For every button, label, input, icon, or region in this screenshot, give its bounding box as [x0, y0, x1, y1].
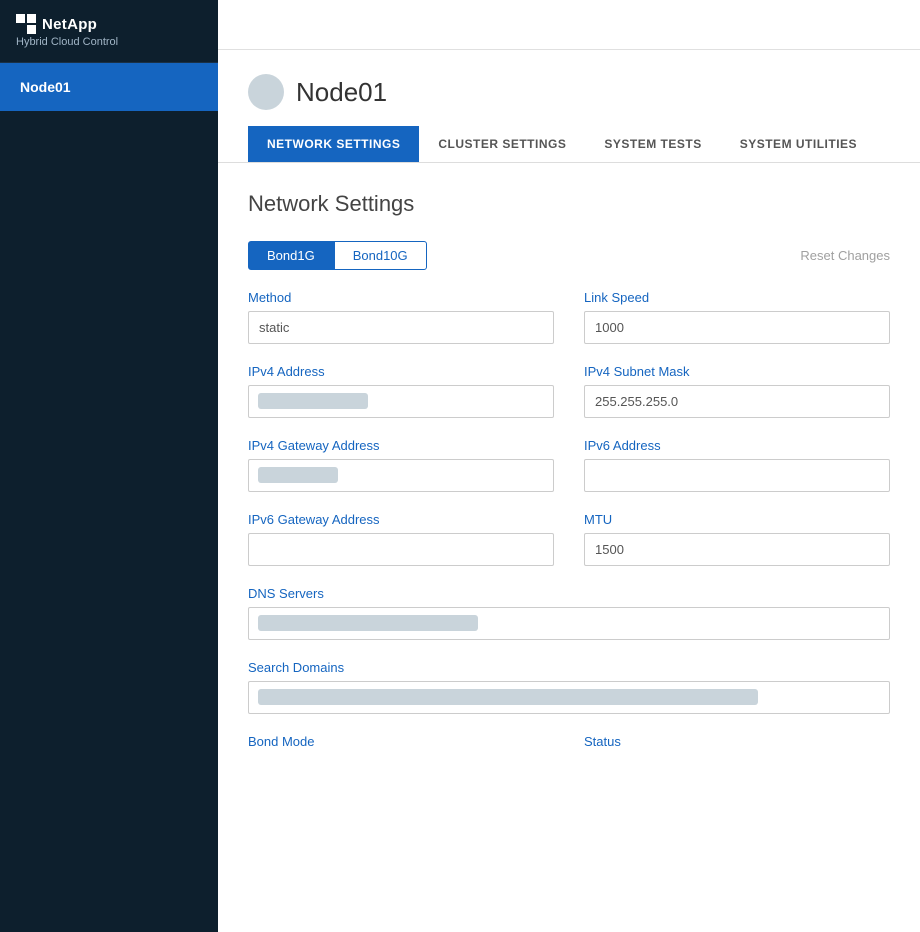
field-mtu: MTU	[584, 512, 890, 566]
page-header: Node01	[218, 50, 920, 110]
field-ipv6-address: IPv6 Address	[584, 438, 890, 492]
avatar	[248, 74, 284, 110]
netapp-logo-icon	[16, 14, 36, 34]
page-title: Node01	[296, 77, 387, 108]
ipv4-gateway-blur	[258, 467, 338, 483]
mtu-input[interactable]	[584, 533, 890, 566]
ipv4-subnet-label: IPv4 Subnet Mask	[584, 364, 890, 379]
ipv4-gateway-wrapper	[248, 459, 554, 492]
sidebar-item-node01[interactable]: Node01	[0, 63, 218, 111]
field-ipv4-address: IPv4 Address	[248, 364, 554, 418]
tab-bar: NETWORK SETTINGS CLUSTER SETTINGS SYSTEM…	[218, 126, 920, 163]
ipv4-address-blur	[258, 393, 368, 409]
ipv4-address-wrapper	[248, 385, 554, 418]
tab-cluster-settings[interactable]: CLUSTER SETTINGS	[419, 126, 585, 162]
field-ipv4-gateway: IPv4 Gateway Address	[248, 438, 554, 492]
field-link-speed: Link Speed	[584, 290, 890, 344]
netapp-subtitle: Hybrid Cloud Control	[16, 36, 118, 48]
search-domains-wrapper	[248, 681, 890, 714]
tab-system-tests[interactable]: SYSTEM TESTS	[585, 126, 720, 162]
status-label: Status	[584, 734, 890, 749]
ipv4-subnet-input[interactable]	[584, 385, 890, 418]
ipv6-address-label: IPv6 Address	[584, 438, 890, 453]
bond-tab-bond10g[interactable]: Bond10G	[334, 241, 427, 270]
link-speed-label: Link Speed	[584, 290, 890, 305]
field-status: Status	[584, 734, 890, 749]
reset-changes-button[interactable]: Reset Changes	[800, 248, 890, 263]
ipv6-gateway-label: IPv6 Gateway Address	[248, 512, 554, 527]
field-search-domains: Search Domains	[248, 660, 890, 714]
netapp-name: NetApp	[42, 16, 97, 33]
section-title: Network Settings	[248, 191, 890, 217]
dns-servers-blur	[258, 615, 478, 631]
method-label: Method	[248, 290, 554, 305]
bond-mode-label: Bond Mode	[248, 734, 554, 749]
main-content: Node01 NETWORK SETTINGS CLUSTER SETTINGS…	[218, 0, 920, 932]
mtu-label: MTU	[584, 512, 890, 527]
dns-servers-wrapper	[248, 607, 890, 640]
network-settings-form: Method Link Speed IPv4 Address IPv4 Subn…	[248, 290, 890, 749]
ipv4-address-label: IPv4 Address	[248, 364, 554, 379]
search-domains-blur	[258, 689, 758, 705]
netapp-logo: NetApp Hybrid Cloud Control	[16, 14, 118, 48]
tab-network-settings[interactable]: NETWORK SETTINGS	[248, 126, 419, 162]
method-input[interactable]	[248, 311, 554, 344]
field-bond-mode: Bond Mode	[248, 734, 554, 749]
bond-tab-group: Bond1G Bond10G	[248, 241, 427, 270]
field-method: Method	[248, 290, 554, 344]
sidebar-header: NetApp Hybrid Cloud Control	[0, 0, 218, 63]
field-dns-servers: DNS Servers	[248, 586, 890, 640]
ipv6-address-input[interactable]	[584, 459, 890, 492]
top-bar	[218, 0, 920, 50]
ipv6-gateway-input[interactable]	[248, 533, 554, 566]
link-speed-input[interactable]	[584, 311, 890, 344]
bond-tab-bond1g[interactable]: Bond1G	[248, 241, 334, 270]
content-area: Network Settings Bond1G Bond10G Reset Ch…	[218, 163, 920, 777]
field-ipv4-subnet: IPv4 Subnet Mask	[584, 364, 890, 418]
bond-tab-row: Bond1G Bond10G Reset Changes	[248, 241, 890, 270]
sidebar: NetApp Hybrid Cloud Control Node01	[0, 0, 218, 932]
dns-servers-label: DNS Servers	[248, 586, 890, 601]
field-ipv6-gateway: IPv6 Gateway Address	[248, 512, 554, 566]
tab-system-utilities[interactable]: SYSTEM UTILITIES	[721, 126, 876, 162]
search-domains-label: Search Domains	[248, 660, 890, 675]
ipv4-gateway-label: IPv4 Gateway Address	[248, 438, 554, 453]
